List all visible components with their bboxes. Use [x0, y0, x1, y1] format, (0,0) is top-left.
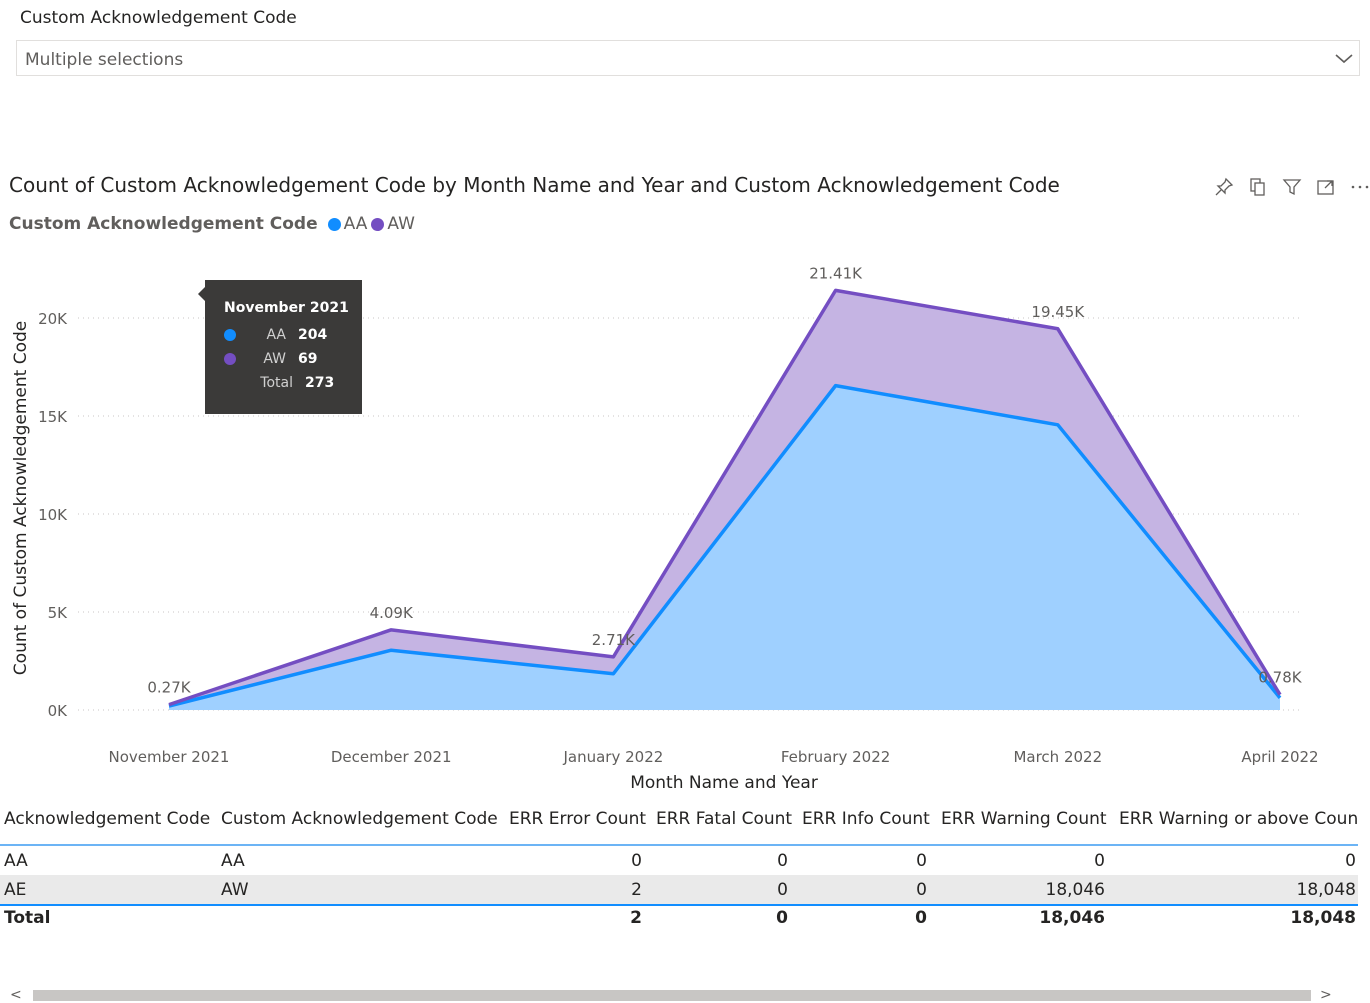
scroll-left-icon[interactable]: <: [10, 987, 22, 1003]
table-cell: 0: [776, 908, 788, 928]
column-header[interactable]: Custom Acknowledgement Code: [221, 809, 498, 829]
table-cell: 0: [777, 880, 788, 900]
x-tick-label: November 2021: [109, 748, 230, 766]
legend-label-aa: AA: [343, 214, 368, 234]
pin-icon[interactable]: [1213, 176, 1235, 198]
scroll-right-icon[interactable]: >: [1320, 987, 1332, 1003]
table-cell: 0: [1345, 851, 1356, 871]
table-cell: 0: [916, 880, 927, 900]
legend-dot-icon: [371, 217, 385, 231]
horizontal-scrollbar[interactable]: < >: [0, 987, 1358, 1003]
x-tick-label: March 2022: [1013, 748, 1102, 766]
legend-item-aa[interactable]: AA: [327, 214, 368, 234]
x-tick-label: January 2022: [562, 748, 663, 766]
chart-legend: Custom Acknowledgement Code AA AW: [9, 214, 419, 234]
focus-mode-icon[interactable]: [1315, 176, 1337, 198]
x-tick-label: December 2021: [331, 748, 452, 766]
series-dot-icon: [224, 329, 236, 341]
series-dot-icon: [224, 353, 236, 365]
column-header[interactable]: ERR Warning or above Count: [1119, 809, 1358, 829]
table-header: Acknowledgement Code Custom Acknowledgem…: [0, 804, 1358, 846]
data-label: 0.78K: [1258, 669, 1302, 687]
tooltip-label: AW: [263, 351, 286, 367]
tooltip-label: AA: [266, 327, 286, 343]
slicer-dropdown[interactable]: Multiple selections: [16, 40, 1360, 76]
table-cell: 18,046: [1045, 880, 1105, 900]
table-row: AE AW 2 0 0 18,046 18,048: [0, 875, 1358, 904]
table-row: AA AA 0 0 0 0 0: [0, 846, 1358, 875]
table-cell: AE: [4, 880, 27, 900]
filter-icon[interactable]: [1281, 176, 1303, 198]
copy-icon[interactable]: [1247, 176, 1269, 198]
visual-header: [1213, 176, 1370, 198]
x-tick-label: April 2022: [1241, 748, 1318, 766]
column-header[interactable]: ERR Info Count: [802, 809, 930, 829]
chart-title: Count of Custom Acknowledgement Code by …: [9, 173, 1060, 197]
column-header[interactable]: Acknowledgement Code: [4, 809, 210, 829]
table-cell: AA: [4, 851, 28, 871]
y-axis-title: Count of Custom Acknowledgement Code: [11, 321, 31, 675]
tooltip-row-total: Total 273: [224, 371, 362, 395]
table-cell: AW: [221, 880, 249, 900]
y-tick-label: 15K: [38, 408, 68, 426]
column-header[interactable]: ERR Warning Count: [941, 809, 1107, 829]
chevron-down-icon[interactable]: [1333, 49, 1355, 67]
table-cell: 18,046: [1039, 908, 1105, 928]
tooltip-row-aa: AA 204: [224, 323, 362, 347]
table-cell: AA: [221, 851, 245, 871]
y-tick-label: 5K: [48, 604, 69, 622]
table-cell: 18,048: [1296, 880, 1356, 900]
column-header[interactable]: ERR Fatal Count: [656, 809, 792, 829]
table-cell: 0: [916, 851, 927, 871]
table-cell: 18,048: [1290, 908, 1356, 928]
table-cell: 0: [631, 851, 642, 871]
table-cell: Total: [4, 908, 51, 928]
tooltip-total-value: 273: [305, 375, 335, 391]
tooltip-value: 69: [298, 351, 318, 367]
column-header[interactable]: ERR Error Count: [509, 809, 646, 829]
data-table: Acknowledgement Code Custom Acknowledgem…: [0, 804, 1358, 934]
chart-tooltip: November 2021 AA 204 AW 69 Total 273: [198, 280, 362, 414]
legend-title: Custom Acknowledgement Code: [9, 214, 318, 234]
table-cell: 0: [777, 851, 788, 871]
x-tick-label: February 2022: [781, 748, 890, 766]
table-total-row: Total 2 0 0 18,046 18,048: [0, 904, 1358, 934]
data-label: 4.09K: [370, 604, 414, 622]
y-tick-label: 10K: [38, 506, 68, 524]
slicer-title: Custom Acknowledgement Code: [20, 8, 297, 28]
y-tick-label: 0K: [48, 702, 69, 720]
legend-dot-icon: [327, 217, 341, 231]
data-label: 0.27K: [147, 679, 191, 697]
table-cell: 0: [915, 908, 927, 928]
tooltip-row-aw: AW 69: [224, 347, 362, 371]
tooltip-total-label: Total: [260, 375, 293, 391]
table-cell: 2: [631, 880, 642, 900]
slicer-value: Multiple selections: [25, 50, 184, 70]
tooltip-value: 204: [298, 327, 328, 343]
table-cell: 0: [1094, 851, 1105, 871]
legend-label-aw: AW: [387, 214, 415, 234]
x-axis-title: Month Name and Year: [630, 773, 818, 793]
data-label: 2.71K: [592, 631, 636, 649]
scrollbar-thumb[interactable]: [33, 990, 1311, 1001]
y-tick-label: 20K: [38, 310, 68, 328]
data-label: 21.41K: [809, 264, 863, 282]
legend-item-aw[interactable]: AW: [371, 214, 415, 234]
data-label: 19.45K: [1031, 303, 1085, 321]
more-options-icon[interactable]: [1349, 176, 1370, 198]
table-cell: 2: [630, 908, 642, 928]
tooltip-title: November 2021: [224, 300, 349, 316]
